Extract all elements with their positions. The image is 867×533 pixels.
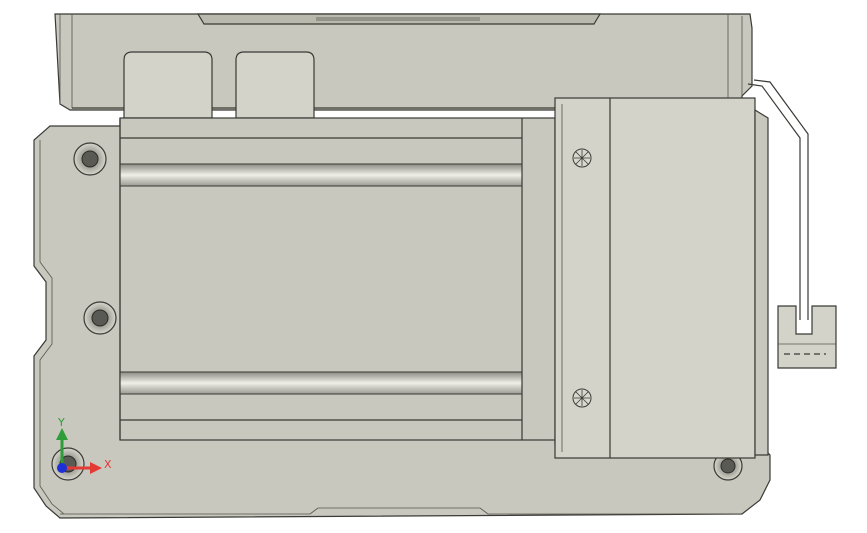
model-view[interactable]: Y X [0, 0, 867, 533]
cad-viewport[interactable]: Y X [0, 0, 867, 533]
mounting-hole [51, 447, 85, 481]
mounting-hole [83, 301, 117, 335]
motor-body [119, 117, 556, 441]
connector [777, 305, 837, 369]
axis-x-label: X [104, 458, 112, 471]
screw [572, 388, 592, 408]
axis-y-label: Y [57, 416, 65, 429]
screw [572, 148, 592, 168]
gearbox-housing [554, 97, 756, 459]
side-bracket [754, 108, 769, 456]
mounting-hole [73, 142, 107, 176]
